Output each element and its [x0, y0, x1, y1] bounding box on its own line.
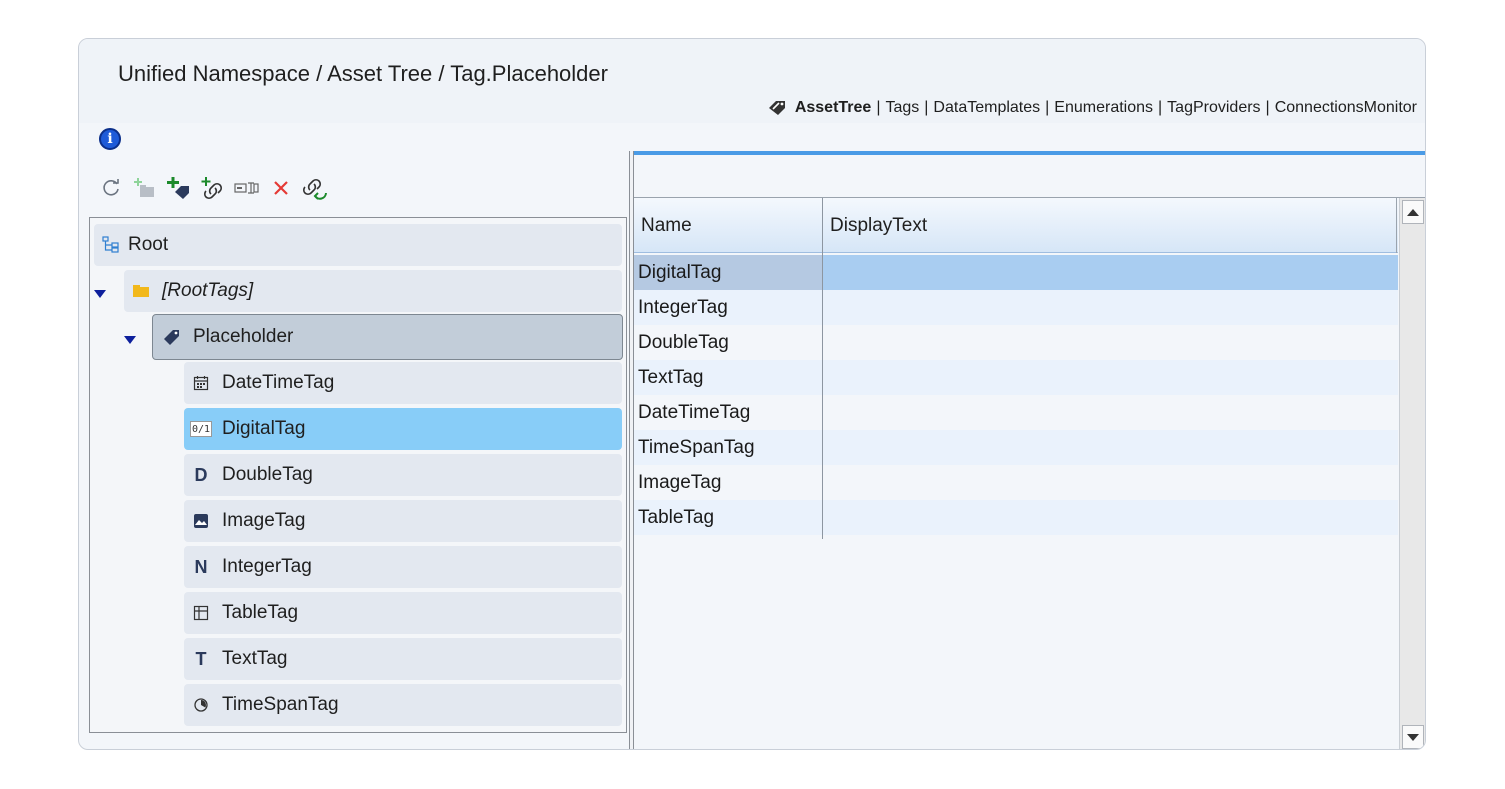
expand-arrow-icon[interactable]	[124, 336, 136, 344]
table-row[interactable]: ImageTag	[634, 465, 1398, 500]
displaytext-cell	[823, 465, 1398, 500]
nav-separator: |	[1265, 99, 1270, 116]
tree-item-imagetag[interactable]: ImageTag	[184, 500, 622, 542]
displaytext-cell	[823, 395, 1398, 430]
column-header-displaytext[interactable]: DisplayText	[823, 198, 1397, 253]
tree-item-doubletag[interactable]: D DoubleTag	[184, 454, 622, 496]
tag-icon	[767, 100, 787, 116]
displaytext-cell	[823, 430, 1398, 465]
tag-icon	[161, 326, 183, 348]
scroll-down-button[interactable]	[1402, 725, 1424, 749]
tree-item-placeholder[interactable]: Placeholder	[152, 314, 623, 360]
tree-item-label: Placeholder	[193, 326, 294, 347]
tree-item-label: TextTag	[222, 648, 288, 669]
vertical-scrollbar[interactable]	[1399, 198, 1425, 749]
tree-toolbar	[97, 172, 329, 204]
header: Unified Namespace / Asset Tree / Tag.Pla…	[79, 39, 1425, 123]
table-row[interactable]: TimeSpanTag	[634, 430, 1398, 465]
name-cell: TimeSpanTag	[638, 436, 755, 458]
table-icon	[190, 602, 212, 624]
link-refresh-icon[interactable]	[301, 174, 329, 202]
chevron-up-icon	[1407, 208, 1419, 216]
integer-icon: N	[194, 556, 208, 577]
chevron-down-icon	[1407, 733, 1419, 741]
text-icon: T	[195, 648, 207, 669]
nav-separator: |	[876, 99, 881, 116]
tree-item-integertag[interactable]: N IntegerTag	[184, 546, 622, 588]
nav-link-enumerations[interactable]: Enumerations	[1054, 99, 1153, 117]
new-link-icon[interactable]	[199, 174, 227, 202]
tree-item-label: [RootTags]	[162, 280, 254, 301]
nav-link-connectionsmonitor[interactable]: ConnectionsMonitor	[1275, 99, 1417, 117]
name-cell: DigitalTag	[634, 255, 822, 290]
accent-bar	[634, 151, 1425, 155]
tag-grid-panel: Name DisplayText DigitalTag IntegerTag D…	[634, 151, 1425, 749]
column-header-name[interactable]: Name	[634, 198, 823, 253]
tree-item-label: TableTag	[222, 602, 299, 623]
image-icon	[190, 510, 212, 532]
name-cell: TableTag	[638, 506, 715, 528]
nav-link-datatemplates[interactable]: DataTemplates	[933, 99, 1040, 117]
table-row[interactable]: DoubleTag	[634, 325, 1398, 360]
tree-item-digitaltag[interactable]: 0/1 DigitalTag	[184, 408, 622, 450]
tree-item-root[interactable]: Root	[94, 224, 622, 266]
name-cell: ImageTag	[638, 471, 722, 493]
name-cell: DoubleTag	[638, 331, 729, 353]
table-row[interactable]: IntegerTag	[634, 290, 1398, 325]
tree-item-timespantag[interactable]: TimeSpanTag	[184, 684, 622, 726]
refresh-icon[interactable]	[97, 174, 125, 202]
tree-item-tabletag[interactable]: TableTag	[184, 592, 622, 634]
rename-icon[interactable]	[233, 174, 261, 202]
info-icon[interactable]: i	[99, 128, 121, 150]
breadcrumb: Unified Namespace / Asset Tree / Tag.Pla…	[118, 61, 608, 86]
nav-link-assettree[interactable]: AssetTree	[795, 99, 872, 117]
hierarchy-icon	[100, 234, 122, 256]
new-tag-icon[interactable]	[165, 174, 193, 202]
tree-item-datetimetag[interactable]: DateTimeTag	[184, 362, 622, 404]
nav-separator: |	[1158, 99, 1163, 116]
expand-arrow-icon[interactable]	[94, 290, 106, 298]
table-row[interactable]: DigitalTag	[634, 255, 1398, 290]
tree-item-roottags[interactable]: [RootTags]	[124, 270, 622, 312]
tree-item-label: Root	[128, 234, 169, 255]
folder-icon	[130, 280, 152, 302]
nav-link-tagproviders[interactable]: TagProviders	[1167, 99, 1260, 117]
tree-item-label: DateTimeTag	[222, 372, 335, 393]
nav-link-tags[interactable]: Tags	[885, 99, 919, 117]
tree-item-label: DoubleTag	[222, 464, 313, 485]
name-cell: TextTag	[638, 366, 704, 388]
displaytext-cell	[823, 290, 1398, 325]
asset-tree: Root [RootTags] Placeholder DateTimeTag	[89, 217, 627, 733]
tag-grid: Name DisplayText DigitalTag IntegerTag D…	[634, 198, 1398, 749]
displaytext-cell	[823, 325, 1398, 360]
table-row[interactable]: DateTimeTag	[634, 395, 1398, 430]
tree-item-texttag[interactable]: T TextTag	[184, 638, 622, 680]
table-row[interactable]: TableTag	[634, 500, 1398, 535]
displaytext-cell	[823, 255, 1398, 290]
scroll-up-button[interactable]	[1402, 200, 1424, 224]
column-divider	[822, 198, 823, 539]
tree-item-label: DigitalTag	[222, 418, 306, 439]
name-cell: IntegerTag	[638, 296, 728, 318]
digital-icon: 0/1	[190, 421, 212, 437]
table-row[interactable]: TextTag	[634, 360, 1398, 395]
displaytext-cell	[823, 500, 1398, 535]
name-cell: DateTimeTag	[638, 401, 751, 423]
calendar-icon	[190, 372, 212, 394]
nav-separator: |	[924, 99, 929, 116]
asset-tree-window: Unified Namespace / Asset Tree / Tag.Pla…	[78, 38, 1426, 750]
tree-item-label: ImageTag	[222, 510, 306, 531]
tree-item-label: IntegerTag	[222, 556, 312, 577]
nav-links: AssetTree | Tags | DataTemplates | Enume…	[767, 99, 1417, 117]
tree-item-label: TimeSpanTag	[222, 694, 339, 715]
delete-icon[interactable]	[267, 174, 295, 202]
nav-separator: |	[1045, 99, 1050, 116]
new-folder-icon[interactable]	[131, 174, 159, 202]
grid-header: Name DisplayText	[634, 198, 1398, 253]
double-icon: D	[194, 464, 208, 485]
timespan-icon	[190, 694, 212, 716]
displaytext-cell	[823, 360, 1398, 395]
